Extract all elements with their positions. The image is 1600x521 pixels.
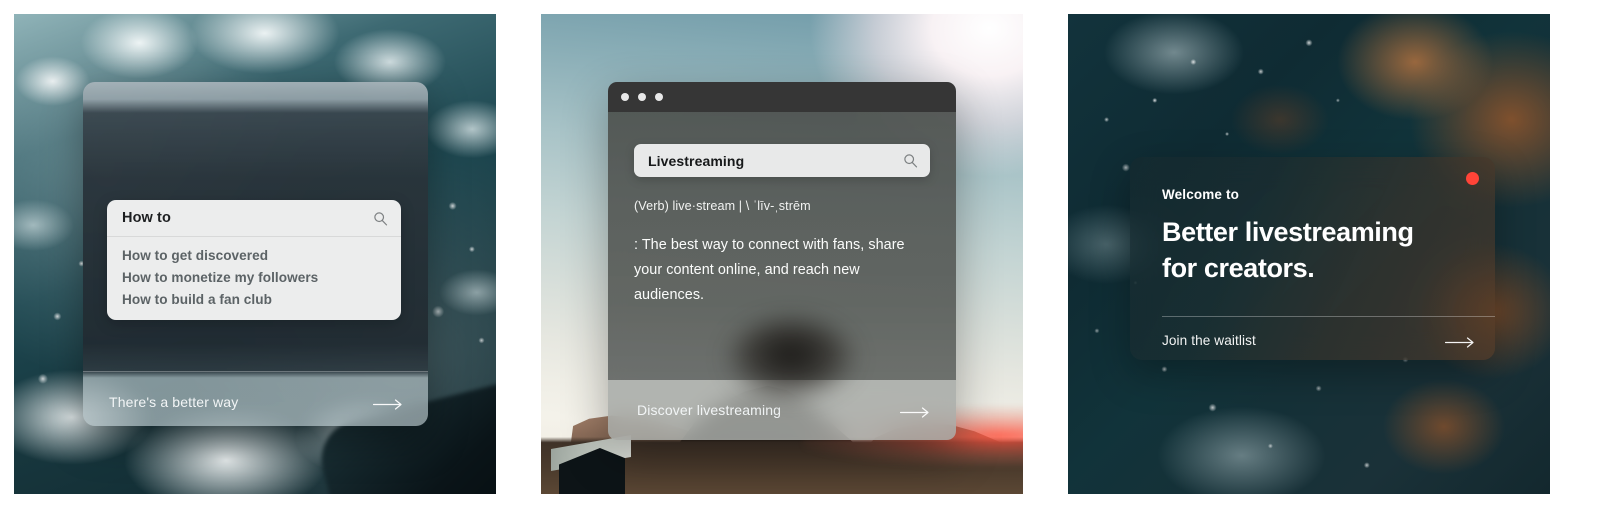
search-icon[interactable] [903, 153, 918, 168]
search-icon[interactable] [373, 211, 388, 226]
panel-dictionary-window: Livestreaming (Verb) live·stream | \ ˈlī… [541, 14, 1023, 494]
page-title: Better livestreaming for creators. [1162, 214, 1463, 286]
welcome-card: Welcome to Better livestreaming for crea… [1130, 157, 1495, 360]
headline-line-1: Better livestreaming [1162, 217, 1414, 247]
eyebrow-text: Welcome to [1162, 187, 1240, 202]
headline-line-2: for creators. [1162, 253, 1315, 283]
panel-welcome-card: Welcome to Better livestreaming for crea… [1068, 14, 1550, 494]
cta-label: Join the waitlist [1162, 333, 1256, 348]
search-input[interactable]: Livestreaming [648, 153, 903, 169]
search-input[interactable]: How to [122, 210, 373, 226]
window-titlebar [608, 82, 956, 112]
suggestion-item[interactable]: How to build a fan club [107, 288, 401, 310]
search-input-row[interactable]: Livestreaming [634, 144, 930, 177]
minimize-dot-icon[interactable] [638, 93, 646, 101]
panel-gallery: How to How to get discovered How to mone… [0, 0, 1600, 521]
arrow-right-icon[interactable] [372, 397, 403, 410]
welcome-card-content: Welcome to Better livestreaming for crea… [1130, 157, 1495, 286]
search-input-row[interactable]: How to [107, 200, 401, 237]
search-suggestions-box: How to How to get discovered How to mone… [107, 200, 401, 320]
suggestion-item[interactable]: How to get discovered [107, 244, 401, 266]
cta-discover-livestreaming[interactable]: Discover livestreaming [608, 380, 956, 440]
suggestion-item[interactable]: How to monetize my followers [107, 266, 401, 288]
cta-label: Discover livestreaming [637, 402, 782, 418]
pronunciation-text: (Verb) live·stream | \ ˈlīv-ˌstrēm [634, 199, 811, 213]
cta-join-waitlist[interactable]: Join the waitlist [1162, 333, 1475, 348]
definition-text: : The best way to connect with fans, sha… [634, 237, 905, 303]
panel-search-suggestions: How to How to get discovered How to mone… [14, 14, 496, 494]
app-window: Livestreaming (Verb) live·stream | \ ˈlī… [608, 82, 956, 440]
window-body: Livestreaming (Verb) live·stream | \ ˈlī… [608, 112, 956, 380]
arrow-right-icon[interactable] [899, 405, 930, 418]
cta-label: There's a better way [109, 394, 239, 410]
maximize-dot-icon[interactable] [655, 93, 663, 101]
card-divider [83, 371, 428, 372]
card-divider [1162, 316, 1495, 317]
frosted-card: How to How to get discovered How to mone… [83, 82, 428, 426]
suggestion-list: How to get discovered How to monetize my… [107, 237, 401, 320]
arrow-right-icon[interactable] [1444, 335, 1475, 348]
close-dot-icon[interactable] [621, 93, 629, 101]
cta-better-way[interactable]: There's a better way [83, 385, 428, 419]
